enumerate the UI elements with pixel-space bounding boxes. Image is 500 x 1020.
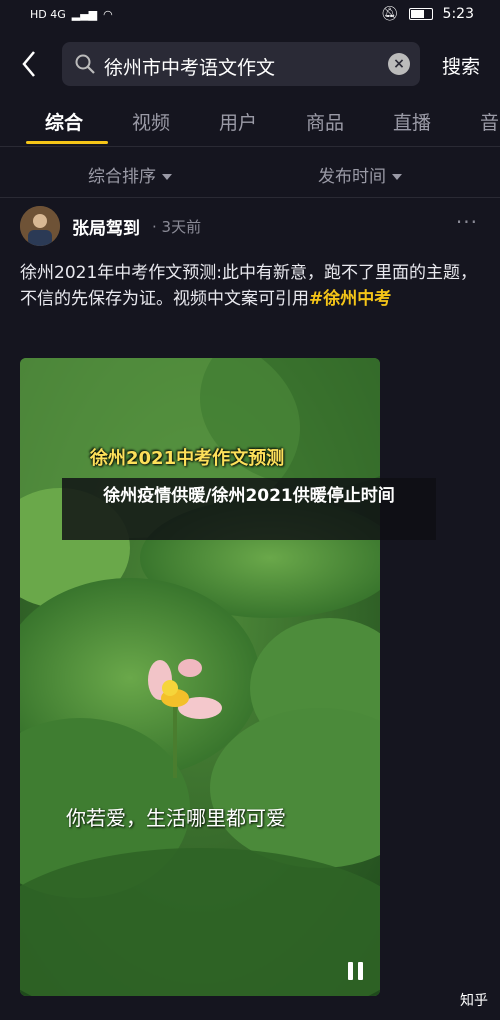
pause-icon[interactable] — [346, 962, 366, 982]
time-filter[interactable]: 发布时间 — [318, 162, 402, 187]
description-text: 徐州2021年中考作文预测:此中有新意，跑不了里面的主题，不信的先保存为证。视频… — [20, 263, 477, 309]
video-title: 徐州2021中考作文预测 — [90, 448, 285, 469]
tab-live[interactable]: 直播 — [393, 108, 431, 135]
search-input[interactable]: 徐州市中考语文作文 × — [62, 42, 420, 86]
sort-filter-label: 综合排序 — [88, 167, 156, 187]
filter-bar: 综合排序 发布时间 — [0, 147, 500, 198]
video-player[interactable]: 徐州2021中考作文预测 你若爱，生活哪里都可爱 — [20, 358, 380, 996]
post-card[interactable]: 张局驾到 · 3天前 ··· 徐州2021年中考作文预测:此中有新意，跑不了里面… — [0, 198, 500, 1020]
tab-music[interactable]: 音 — [480, 108, 499, 135]
network-label: HD 4G — [30, 8, 66, 21]
chevron-down-icon — [392, 174, 402, 180]
network-indicator: HD 4G ▂▄▆ ◠ — [30, 8, 113, 21]
tab-users[interactable]: 用户 — [219, 108, 257, 135]
more-options-icon[interactable]: ··· — [456, 210, 478, 234]
signal-icon: ▂▄▆ — [71, 8, 98, 21]
search-button[interactable]: 搜索 — [442, 52, 480, 79]
overlay-headline: 徐州疫情供暖/徐州2021供暖停止时间 — [62, 478, 436, 540]
back-arrow-icon[interactable] — [18, 46, 42, 82]
clock: 5:23 — [442, 6, 474, 22]
status-bar: HD 4G ▂▄▆ ◠ 🔕︎ 5:23 — [0, 0, 500, 32]
post-description[interactable]: 徐州2021年中考作文预测:此中有新意，跑不了里面的主题，不信的先保存为证。视频… — [20, 260, 480, 312]
watermark-logo: 知乎 — [460, 993, 488, 1009]
active-tab-indicator — [26, 141, 108, 144]
chevron-down-icon — [162, 174, 172, 180]
wifi-icon: ◠ — [103, 8, 113, 21]
video-caption: 你若爱，生活哪里都可爱 — [66, 806, 286, 830]
overlay-headline-text: 徐州疫情供暖/徐州2021供暖停止时间 — [103, 486, 395, 506]
hashtag-link[interactable]: #徐州中考 — [309, 289, 391, 309]
tab-comprehensive[interactable]: 综合 — [45, 108, 83, 135]
clear-icon[interactable]: × — [388, 53, 410, 75]
time-filter-label: 发布时间 — [318, 167, 386, 187]
search-bar-row: 徐州市中考语文作文 × 搜索 — [0, 32, 500, 96]
mute-icon: 🔕︎ — [380, 6, 399, 22]
avatar[interactable] — [20, 206, 60, 246]
tab-products[interactable]: 商品 — [306, 108, 344, 135]
sort-filter[interactable]: 综合排序 — [88, 162, 172, 187]
tab-video[interactable]: 视频 — [132, 108, 170, 135]
author-name[interactable]: 张局驾到 — [72, 214, 140, 239]
search-query-text: 徐州市中考语文作文 — [104, 57, 276, 79]
post-time: · 3天前 — [152, 218, 202, 236]
tab-bar: 综合 视频 用户 商品 直播 音 — [0, 96, 500, 147]
battery-icon — [408, 8, 433, 20]
search-icon — [74, 53, 96, 75]
